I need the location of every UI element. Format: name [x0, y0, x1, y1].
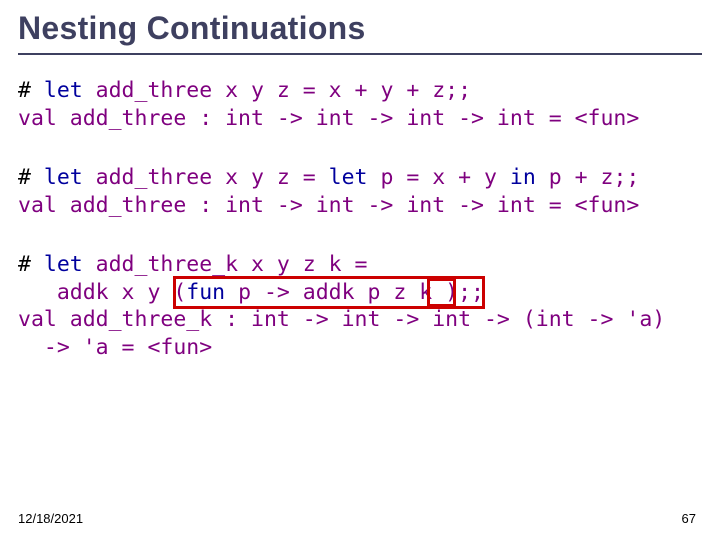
kw-let: let	[44, 165, 96, 190]
code-text: addk x y (	[18, 280, 186, 305]
page-title: Nesting Continuations	[18, 6, 702, 55]
footer-date: 12/18/2021	[18, 511, 83, 526]
footer: 12/18/2021 67	[18, 511, 702, 526]
code-text: add_three x y z = x + y + z;;	[96, 78, 471, 103]
code-output: -> 'a = <fun>	[18, 335, 212, 360]
kw-fun: fun	[186, 280, 238, 305]
code-text: p -> addk p z k );;	[238, 280, 484, 305]
code-block-2: # let add_three x y z = let p = x + y in…	[18, 164, 708, 219]
code-text: add_three x y z =	[96, 165, 329, 190]
code-output: val add_three : int -> int -> int -> int…	[18, 106, 639, 131]
code-output: val add_three : int -> int -> int -> int…	[18, 193, 639, 218]
prompt: #	[18, 165, 44, 190]
kw-let: let	[44, 252, 96, 277]
code-block-3: # let add_three_k x y z k = addk x y (fu…	[18, 251, 708, 444]
footer-page: 67	[682, 511, 702, 526]
code-text: add_three_k x y z k =	[96, 252, 368, 277]
code-output: val add_three_k : int -> int -> int -> (…	[18, 307, 665, 332]
code-text: p = x + y	[380, 165, 509, 190]
code-block-1: # let add_three x y z = x + y + z;; val …	[18, 77, 708, 132]
kw-in: in	[510, 165, 549, 190]
kw-let: let	[44, 78, 96, 103]
code-text: p + z;;	[549, 165, 640, 190]
kw-let: let	[329, 165, 381, 190]
prompt: #	[18, 252, 44, 277]
prompt: #	[18, 78, 44, 103]
slide: Nesting Continuations # let add_three x …	[0, 0, 720, 540]
